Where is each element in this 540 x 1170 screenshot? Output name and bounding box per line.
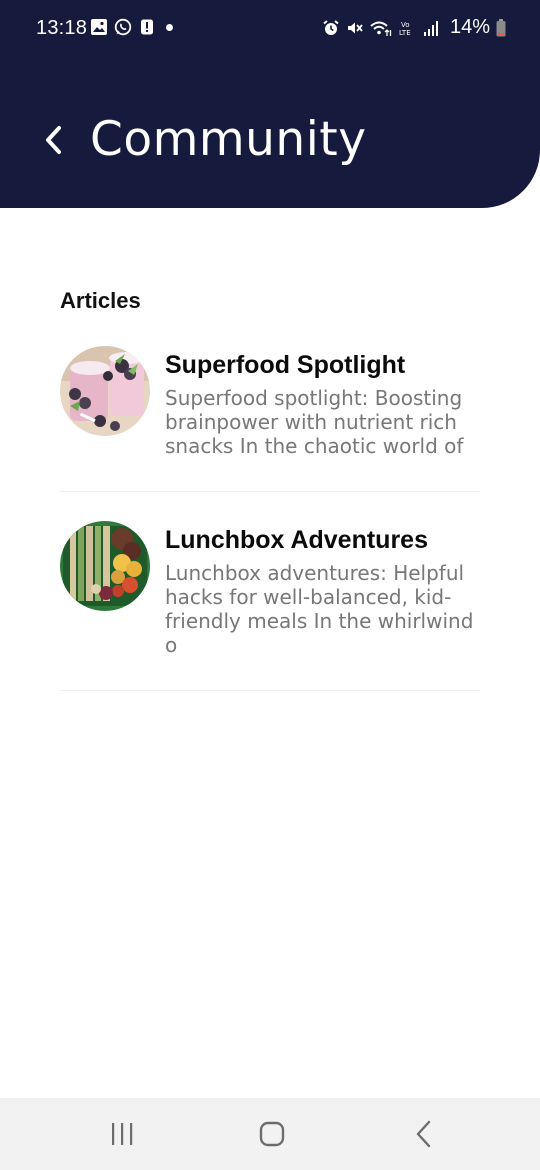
chevron-left-icon [46,126,61,154]
article-list-item[interactable]: Superfood Spotlight Superfood spotlight:… [60,345,480,492]
recent-apps-button[interactable] [92,1116,152,1152]
page-title: Community [90,112,367,167]
home-button[interactable] [242,1116,302,1152]
status-bar: 13:18 Vo LTE 14% [0,0,540,58]
lunchbox-food-image [60,521,150,611]
wifi-icon [370,21,392,36]
system-back-button[interactable] [394,1116,454,1152]
system-navigation-bar [0,1098,540,1170]
alert-icon [141,19,153,35]
notification-dot [166,24,173,31]
recent-apps-icon [112,1123,133,1145]
header-bar: 13:18 Vo LTE 14% Community [0,0,540,208]
whatsapp-icon [114,18,132,36]
article-title: Superfood Spotlight [165,351,406,379]
svg-text:LTE: LTE [399,29,411,37]
article-list-item[interactable]: Lunchbox Adventures Lunchbox adventures:… [60,520,480,691]
article-title: Lunchbox Adventures [165,526,428,554]
article-thumbnail [60,346,150,436]
gallery-icon [91,19,107,35]
articles-section-title: Articles [60,288,141,313]
back-icon [416,1120,431,1148]
article-excerpt: Superfood spotlight: Boosting brainpower… [165,386,464,458]
signal-icon [423,20,438,36]
status-time: 13:18 [36,17,88,39]
article-excerpt: Lunchbox adventures: Helpful hacks for w… [165,561,474,657]
battery-icon [496,18,506,36]
article-thumbnail [60,521,150,611]
mute-icon [347,22,363,33]
status-notification-icons [90,18,156,36]
back-button[interactable] [36,118,70,162]
volte-icon: Vo LTE [399,21,411,37]
home-icon [259,1121,285,1147]
alarm-icon [323,19,339,35]
svg-text:Vo: Vo [401,21,410,29]
status-system-icons: Vo LTE 14% [322,16,506,39]
battery-percent: 14% [449,16,490,38]
smoothie-berries-image [60,346,150,436]
